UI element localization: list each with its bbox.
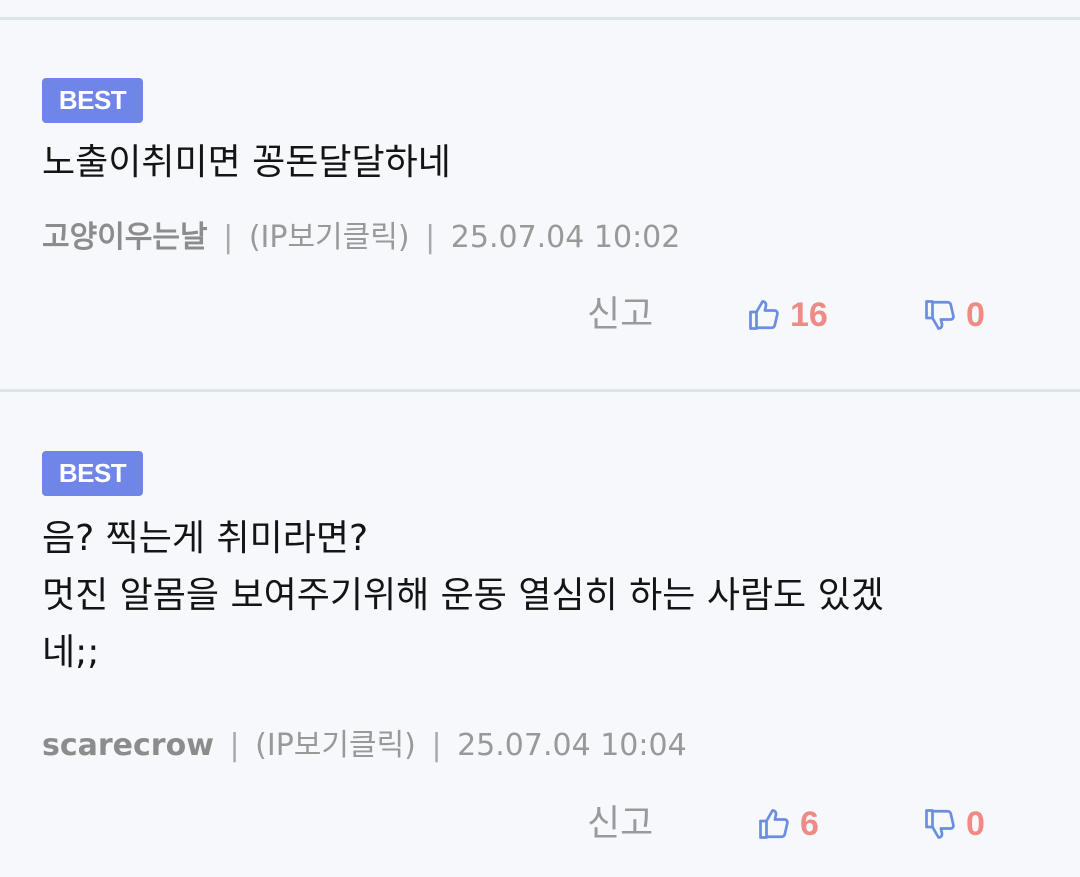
like-count: 16 [790, 296, 828, 334]
meta-separator: | [431, 728, 442, 763]
comment-text: 노출이취미면 꽁돈달달하네 [42, 142, 451, 183]
like-count: 6 [800, 805, 819, 843]
meta-separator: | [425, 220, 436, 255]
dislike-button[interactable]: 0 [922, 799, 985, 849]
meta-separator: | [223, 220, 234, 255]
ip-view-link[interactable]: (IP보기클릭) [249, 220, 410, 255]
dislike-button[interactable]: 0 [922, 290, 985, 340]
comment-divider [0, 389, 1080, 392]
comment-timestamp: 25.07.04 10:04 [457, 728, 687, 763]
author-name[interactable]: scarecrow [42, 728, 214, 763]
best-badge: BEST [42, 78, 143, 123]
report-button[interactable]: 신고 [587, 799, 653, 849]
dislike-count: 0 [966, 805, 985, 843]
comment-text: 음? 찍는게 취미라면? 멋진 알몸을 보여주기위해 운동 열심히 하는 사람도… [42, 518, 884, 673]
thumbs-up-icon [749, 300, 779, 330]
meta-separator: | [229, 728, 240, 763]
dislike-count: 0 [966, 296, 985, 334]
thumbs-down-icon [925, 300, 955, 330]
comment-actions: 신고 16 0 [0, 290, 1080, 340]
author-name[interactable]: 고양이우는날 [42, 220, 208, 255]
ip-view-link[interactable]: (IP보기클릭) [255, 728, 416, 763]
thumbs-up-icon [759, 809, 789, 839]
comment-timestamp: 25.07.04 10:02 [450, 220, 681, 255]
thumbs-down-icon [925, 809, 955, 839]
report-button[interactable]: 신고 [587, 290, 653, 340]
comment-meta: scarecrow | (IP보기클릭) | 25.07.04 10:04 [42, 726, 687, 766]
top-divider [0, 17, 1080, 20]
like-button[interactable]: 6 [756, 799, 819, 849]
comment-actions: 신고 6 0 [0, 799, 1080, 849]
comment-meta: 고양이우는날 | (IP보기클릭) | 25.07.04 10:02 [42, 218, 680, 258]
like-button[interactable]: 16 [746, 290, 828, 340]
best-badge: BEST [42, 451, 143, 496]
